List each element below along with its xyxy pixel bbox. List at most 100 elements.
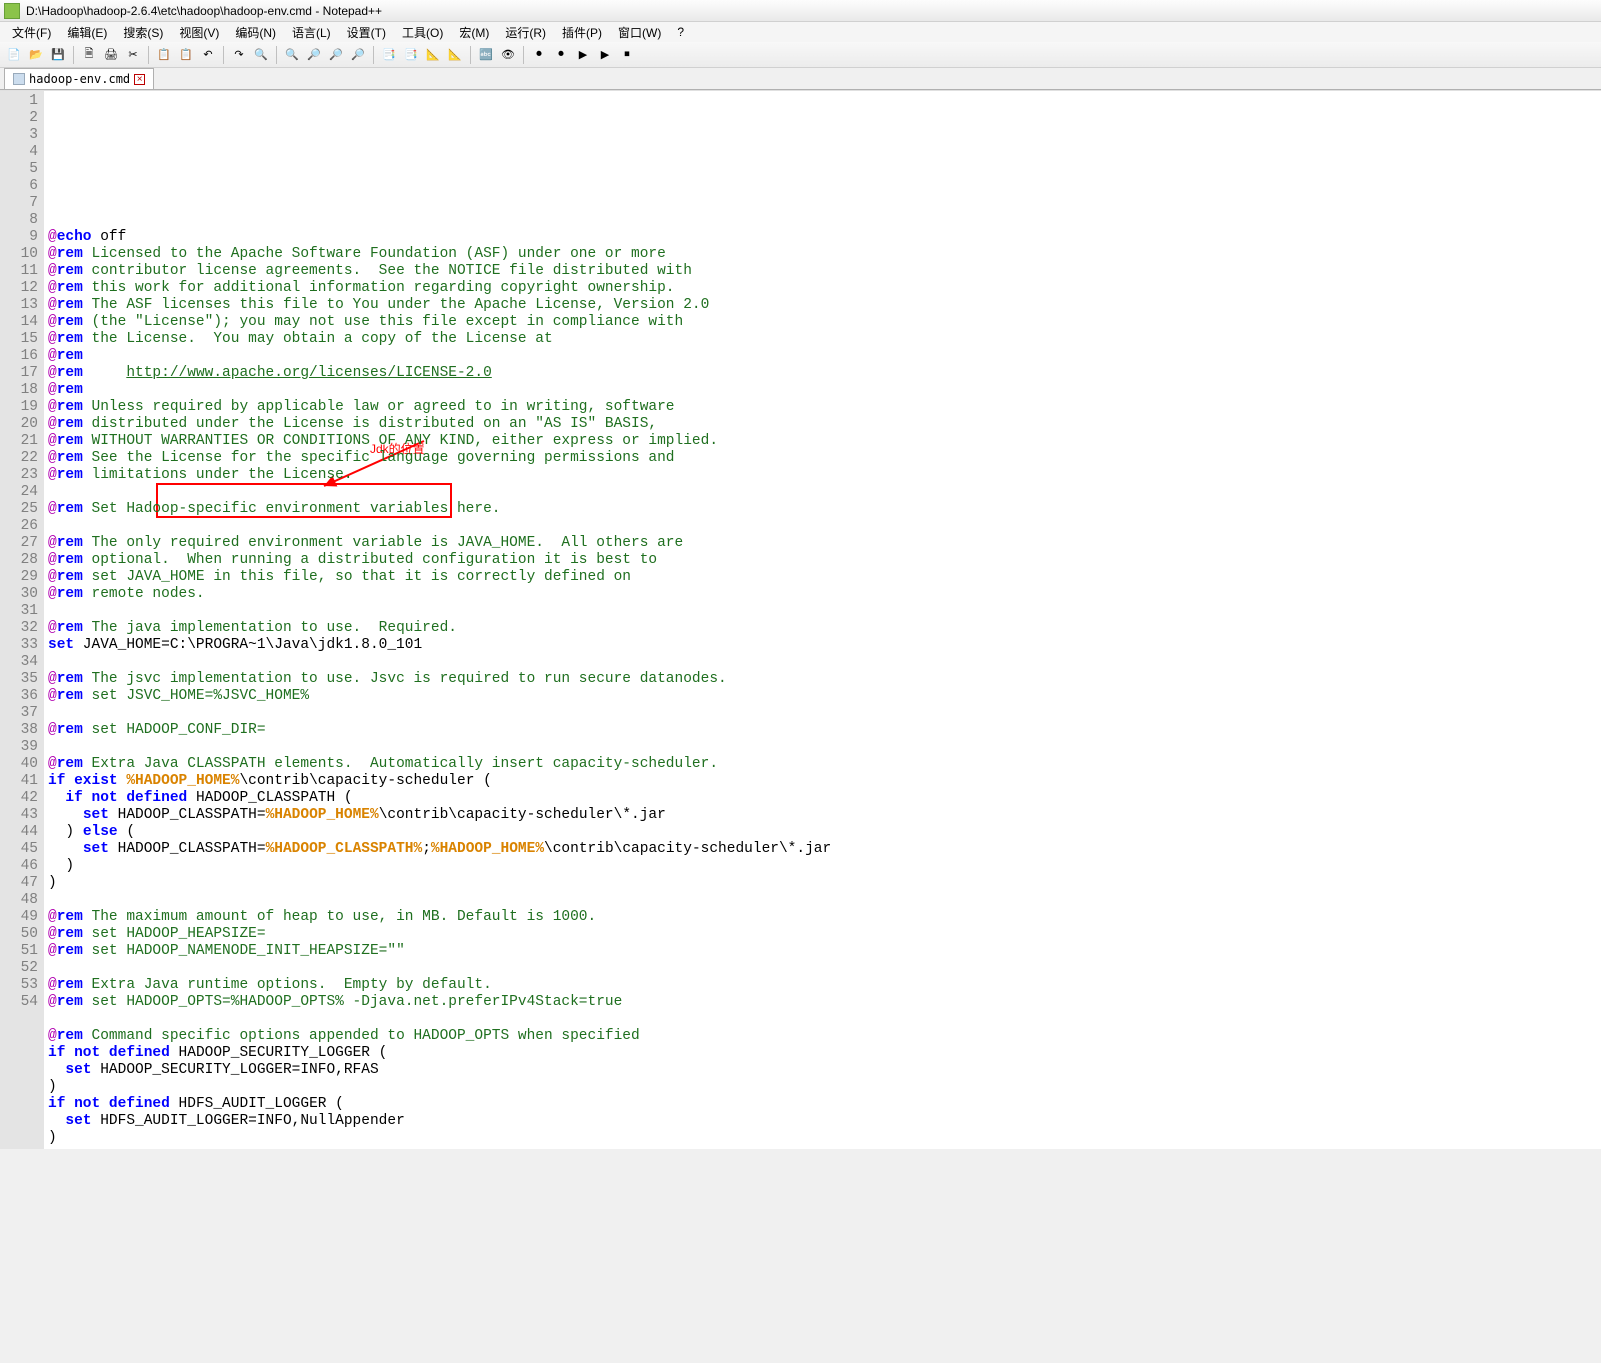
code-line[interactable]: @rem distributed under the License is di…	[48, 416, 1601, 433]
toolbar-button[interactable]: 📐	[445, 45, 465, 65]
menu-item[interactable]: 搜索(S)	[115, 22, 171, 43]
code-line[interactable]: )	[48, 1130, 1601, 1147]
toolbar-button[interactable]: ↶	[198, 45, 218, 65]
code-line[interactable]: @rem the License. You may obtain a copy …	[48, 331, 1601, 348]
code-line[interactable]: set HADOOP_CLASSPATH=%HADOOP_HOME%\contr…	[48, 807, 1601, 824]
code-line[interactable]: @rem set HADOOP_HEAPSIZE=	[48, 926, 1601, 943]
code-line[interactable]: @rem Extra Java CLASSPATH elements. Auto…	[48, 756, 1601, 773]
code-line[interactable]: @rem The jsvc implementation to use. Jsv…	[48, 671, 1601, 688]
code-line[interactable]: )	[48, 1079, 1601, 1096]
code-line[interactable]: @rem http://www.apache.org/licenses/LICE…	[48, 365, 1601, 382]
toolbar-button[interactable]: 📑	[401, 45, 421, 65]
toolbar-button[interactable]: 🔎	[304, 45, 324, 65]
code-line[interactable]: @rem The java implementation to use. Req…	[48, 620, 1601, 637]
code-line[interactable]	[48, 603, 1601, 620]
code-line[interactable]: @rem set HADOOP_CONF_DIR=	[48, 722, 1601, 739]
toolbar-button[interactable]: 📋	[154, 45, 174, 65]
toolbar-button[interactable]: 👁	[498, 45, 518, 65]
code-line[interactable]	[48, 892, 1601, 909]
toolbar-button[interactable]: 🔍	[282, 45, 302, 65]
code-content[interactable]: Jdk的位置 @echo off@rem Licensed to the Apa…	[44, 91, 1601, 1149]
code-line[interactable]: @rem this work for additional informatio…	[48, 280, 1601, 297]
menu-item[interactable]: 工具(O)	[394, 22, 451, 43]
toolbar-button[interactable]: ⏺	[551, 45, 571, 65]
menu-item[interactable]: 设置(T)	[339, 22, 394, 43]
code-line[interactable]: @rem The only required environment varia…	[48, 535, 1601, 552]
code-line[interactable]	[48, 705, 1601, 722]
menu-item[interactable]: 语言(L)	[284, 22, 339, 43]
code-line[interactable]: @rem The maximum amount of heap to use, …	[48, 909, 1601, 926]
toolbar-button[interactable]: 🔤	[476, 45, 496, 65]
menu-item[interactable]: 窗口(W)	[610, 22, 669, 43]
code-line[interactable]: @rem See the License for the specific la…	[48, 450, 1601, 467]
code-line[interactable]: @rem Unless required by applicable law o…	[48, 399, 1601, 416]
toolbar-button[interactable]: ⏺	[529, 45, 549, 65]
code-line[interactable]	[48, 960, 1601, 977]
toolbar-button[interactable]: 🖨	[101, 45, 121, 65]
code-line[interactable]: ) else (	[48, 824, 1601, 841]
code-line[interactable]	[48, 484, 1601, 501]
toolbar-button[interactable]: ✂	[123, 45, 143, 65]
code-line[interactable]: @rem	[48, 382, 1601, 399]
code-line[interactable]: @rem WITHOUT WARRANTIES OR CONDITIONS OF…	[48, 433, 1601, 450]
code-line[interactable]: @rem Licensed to the Apache Software Fou…	[48, 246, 1601, 263]
code-line[interactable]: @rem (the "License"); you may not use th…	[48, 314, 1601, 331]
menubar: 文件(F)编辑(E)搜索(S)视图(V)编码(N)语言(L)设置(T)工具(O)…	[0, 22, 1601, 42]
menu-item[interactable]: ?	[669, 23, 692, 41]
code-line[interactable]	[48, 654, 1601, 671]
code-line[interactable]: @rem set HADOOP_OPTS=%HADOOP_OPTS% -Djav…	[48, 994, 1601, 1011]
toolbar-button[interactable]: ↷	[229, 45, 249, 65]
code-line[interactable]: if not defined HDFS_AUDIT_LOGGER (	[48, 1096, 1601, 1113]
toolbar-button[interactable]: 💾	[48, 45, 68, 65]
code-line[interactable]: @rem Extra Java runtime options. Empty b…	[48, 977, 1601, 994]
toolbar-button[interactable]: ▶	[573, 45, 593, 65]
code-line[interactable]: @echo off	[48, 229, 1601, 246]
menu-item[interactable]: 插件(P)	[554, 22, 610, 43]
toolbar-button[interactable]: 🗎	[79, 45, 99, 65]
menu-item[interactable]: 编辑(E)	[59, 22, 115, 43]
toolbar-button[interactable]: ⏹	[617, 45, 637, 65]
code-line[interactable]: set HADOOP_SECURITY_LOGGER=INFO,RFAS	[48, 1062, 1601, 1079]
editor[interactable]: 1234567891011121314151617181920212223242…	[0, 90, 1601, 1149]
toolbar-button[interactable]: 📐	[423, 45, 443, 65]
code-line[interactable]	[48, 518, 1601, 535]
code-line[interactable]: if not defined HADOOP_SECURITY_LOGGER (	[48, 1045, 1601, 1062]
code-line[interactable]: @rem remote nodes.	[48, 586, 1601, 603]
tab-active[interactable]: hadoop-env.cmd ×	[4, 68, 154, 89]
code-line[interactable]: if not defined HADOOP_CLASSPATH (	[48, 790, 1601, 807]
code-line[interactable]: set HDFS_AUDIT_LOGGER=INFO,NullAppender	[48, 1113, 1601, 1130]
code-line[interactable]: @rem Set Hadoop-specific environment var…	[48, 501, 1601, 518]
code-line[interactable]: @rem limitations under the License.	[48, 467, 1601, 484]
toolbar-button[interactable]: 🔎	[348, 45, 368, 65]
code-line[interactable]: @rem set JAVA_HOME in this file, so that…	[48, 569, 1601, 586]
code-line[interactable]: @rem optional. When running a distribute…	[48, 552, 1601, 569]
code-line[interactable]: if exist %HADOOP_HOME%\contrib\capacity-…	[48, 773, 1601, 790]
code-line[interactable]: )	[48, 858, 1601, 875]
toolbar-button[interactable]: 📑	[379, 45, 399, 65]
menu-item[interactable]: 运行(R)	[497, 22, 554, 43]
code-line[interactable]: @rem set JSVC_HOME=%JSVC_HOME%	[48, 688, 1601, 705]
toolbar-button[interactable]: 🔍	[251, 45, 271, 65]
close-icon[interactable]: ×	[134, 74, 145, 85]
toolbar-button[interactable]: 📄	[4, 45, 24, 65]
code-line[interactable]	[48, 1011, 1601, 1028]
menu-item[interactable]: 宏(M)	[451, 22, 497, 43]
code-line[interactable]: set JAVA_HOME=C:\PROGRA~1\Java\jdk1.8.0_…	[48, 637, 1601, 654]
toolbar-button[interactable]: ▶	[595, 45, 615, 65]
toolbar-button[interactable]: 🔎	[326, 45, 346, 65]
code-line[interactable]	[48, 739, 1601, 756]
toolbar-button[interactable]: 📂	[26, 45, 46, 65]
menu-item[interactable]: 编码(N)	[227, 22, 284, 43]
menu-item[interactable]: 视图(V)	[171, 22, 227, 43]
window-title: D:\Hadoop\hadoop-2.6.4\etc\hadoop\hadoop…	[26, 4, 382, 18]
menu-item[interactable]: 文件(F)	[4, 22, 59, 43]
code-line[interactable]: )	[48, 875, 1601, 892]
code-line[interactable]: @rem Command specific options appended t…	[48, 1028, 1601, 1045]
code-line[interactable]: @rem	[48, 348, 1601, 365]
toolbar-button[interactable]: 📋	[176, 45, 196, 65]
code-line[interactable]: @rem contributor license agreements. See…	[48, 263, 1601, 280]
code-line[interactable]: @rem set HADOOP_NAMENODE_INIT_HEAPSIZE="…	[48, 943, 1601, 960]
code-line[interactable]: @rem The ASF licenses this file to You u…	[48, 297, 1601, 314]
app-icon	[4, 3, 20, 19]
code-line[interactable]: set HADOOP_CLASSPATH=%HADOOP_CLASSPATH%;…	[48, 841, 1601, 858]
